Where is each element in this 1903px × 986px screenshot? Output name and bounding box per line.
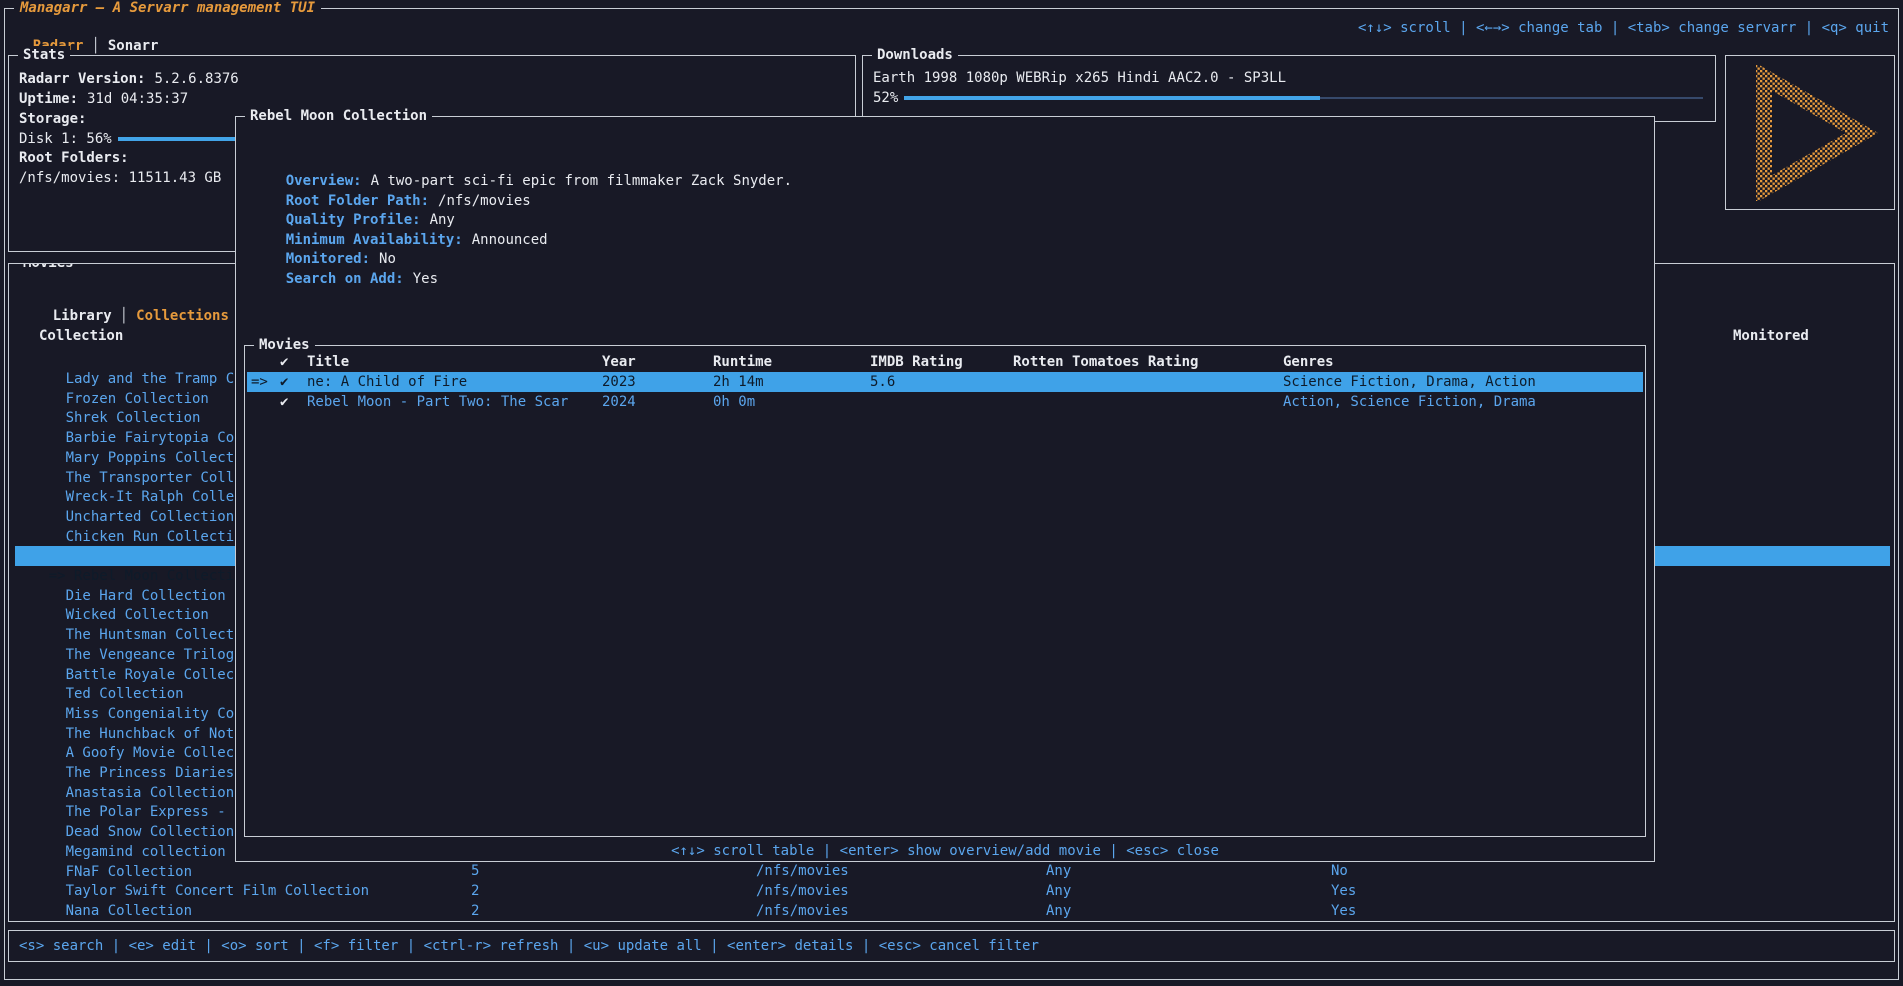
version-value: 5.2.6.8376 xyxy=(154,69,238,89)
collection-cell: 5 xyxy=(471,861,479,881)
movie-genres: Action, Science Fiction, Drama xyxy=(1283,392,1536,412)
collection-cell: Yes xyxy=(1331,881,1356,901)
download-gauge xyxy=(904,97,1703,99)
servarr-tabs: Radarr│Sonarr xyxy=(16,19,158,37)
detail-overview: Overview:A two-part sci-fi epic from fil… xyxy=(252,151,792,171)
detail-value: Yes xyxy=(413,271,438,287)
uptime-label: Uptime: xyxy=(19,89,78,109)
selection-marker: => xyxy=(251,372,268,392)
downloads-panel: Downloads Earth 1998 1080p WEBRip x265 H… xyxy=(862,55,1716,122)
disk-label: Disk 1: 56% xyxy=(19,129,112,149)
managarr-logo-icon xyxy=(1740,65,1880,201)
collection-row[interactable]: Miraculous Collection 2/nfs/moviesAnyYes xyxy=(15,901,1890,921)
collection-cell: /nfs/movies xyxy=(756,901,849,921)
uptime-value: 31d 04:35:37 xyxy=(87,89,188,109)
detail-quality-profile: Quality Profile:Any xyxy=(252,190,455,210)
stats-uptime-row: Uptime: 31d 04:35:37 xyxy=(19,89,845,109)
detail-monitored: Monitored:No xyxy=(252,229,396,249)
runtime-column-header: Runtime xyxy=(713,352,772,372)
detail-value: Announced xyxy=(472,232,548,248)
bottom-help-bar: <s> search | <e> edit | <o> sort | <f> f… xyxy=(8,930,1895,962)
collection-details-popup: Rebel Moon Collection Overview:A two-par… xyxy=(235,116,1655,862)
collection-row[interactable]: Taylor Swift Concert Film Collection 5/n… xyxy=(15,861,1890,881)
detail-label: Search on Add: xyxy=(286,271,404,287)
collection-cell: /nfs/movies xyxy=(756,881,849,901)
storage-label: Storage: xyxy=(19,109,86,129)
title-column-header: Title xyxy=(307,352,349,372)
movie-check-icon: ✔ xyxy=(280,372,288,392)
root-folder-value: /nfs/movies: 11511.43 GB xyxy=(19,168,221,188)
movie-runtime: 2h 14m xyxy=(713,372,764,392)
movie-row[interactable]: ✔ Rebel Moon - Part Two: The Scar 2024 0… xyxy=(247,392,1643,412)
year-column-header: Year xyxy=(602,352,636,372)
collection-cell: Any xyxy=(1046,901,1071,921)
movie-title: Rebel Moon - Part Two: The Scar xyxy=(307,392,568,412)
popup-title: Rebel Moon Collection xyxy=(245,107,432,125)
movie-row[interactable]: => ✔ ne: A Child of Fire 2023 2h 14m 5.6… xyxy=(247,372,1643,392)
collection-cell: Yes xyxy=(1331,901,1356,921)
popup-keybindings: <↑↓> scroll table | <enter> show overvie… xyxy=(236,841,1654,861)
popup-movies-table: Movies ✔ Title Year Runtime IMDB Rating … xyxy=(244,345,1646,837)
detail-root-folder: Root Folder Path:/nfs/movies xyxy=(252,171,531,191)
tab-sonarr[interactable]: Sonarr xyxy=(108,38,159,54)
movie-title: ne: A Child of Fire xyxy=(307,372,467,392)
collection-row[interactable]: Nana Collection 2/nfs/moviesAnyYes xyxy=(15,881,1890,901)
download-percent-label: 52% xyxy=(873,88,898,108)
logo-panel xyxy=(1725,55,1895,210)
detail-search-on-add: Search on Add:Yes xyxy=(252,249,438,269)
movie-genres: Science Fiction, Drama, Action xyxy=(1283,372,1536,392)
collection-cell: /nfs/movies xyxy=(756,861,849,881)
download-item-name-row: Earth 1998 1080p WEBRip x265 Hindi AAC2.… xyxy=(873,68,1705,88)
stats-version-row: Radarr Version: 5.2.6.8376 xyxy=(19,69,845,89)
movie-imdb: 5.6 xyxy=(870,372,895,392)
downloads-panel-title: Downloads xyxy=(872,46,958,64)
movie-check-icon: ✔ xyxy=(280,392,288,412)
root-folders-label: Root Folders: xyxy=(19,148,129,168)
stats-panel-title: Stats xyxy=(18,46,70,64)
movie-runtime: 0h 0m xyxy=(713,392,755,412)
check-column-header: ✔ xyxy=(280,352,288,372)
genres-column-header: Genres xyxy=(1283,352,1334,372)
top-keybindings: <↑↓> scroll | <←→> change tab | <tab> ch… xyxy=(1358,19,1889,37)
collection-cell: 2 xyxy=(471,881,479,901)
collection-cell: Any xyxy=(1046,881,1071,901)
bottom-keybindings: <s> search | <e> edit | <o> sort | <f> f… xyxy=(19,931,1039,961)
collection-cell: No xyxy=(1331,861,1348,881)
movie-year: 2024 xyxy=(602,392,636,412)
collection-cell: Any xyxy=(1046,861,1071,881)
popup-movies-header-row: ✔ Title Year Runtime IMDB Rating Rotten … xyxy=(247,352,1643,372)
download-item-name: Earth 1998 1080p WEBRip x265 Hindi AAC2.… xyxy=(873,68,1286,88)
download-item-progress-row: 52% xyxy=(873,88,1705,108)
version-label: Radarr Version: xyxy=(19,69,145,89)
collection-cell: 2 xyxy=(471,901,479,921)
detail-minimum-availability: Minimum Availability:Announced xyxy=(252,210,548,230)
movie-year: 2023 xyxy=(602,372,636,392)
tab-separator: │ xyxy=(91,38,99,54)
app-title: Managarr — A Servarr management TUI xyxy=(14,0,321,17)
imdb-column-header: IMDB Rating xyxy=(870,352,963,372)
download-gauge-fill xyxy=(904,96,1319,100)
rotten-tomatoes-column-header: Rotten Tomatoes Rating xyxy=(1013,352,1198,372)
